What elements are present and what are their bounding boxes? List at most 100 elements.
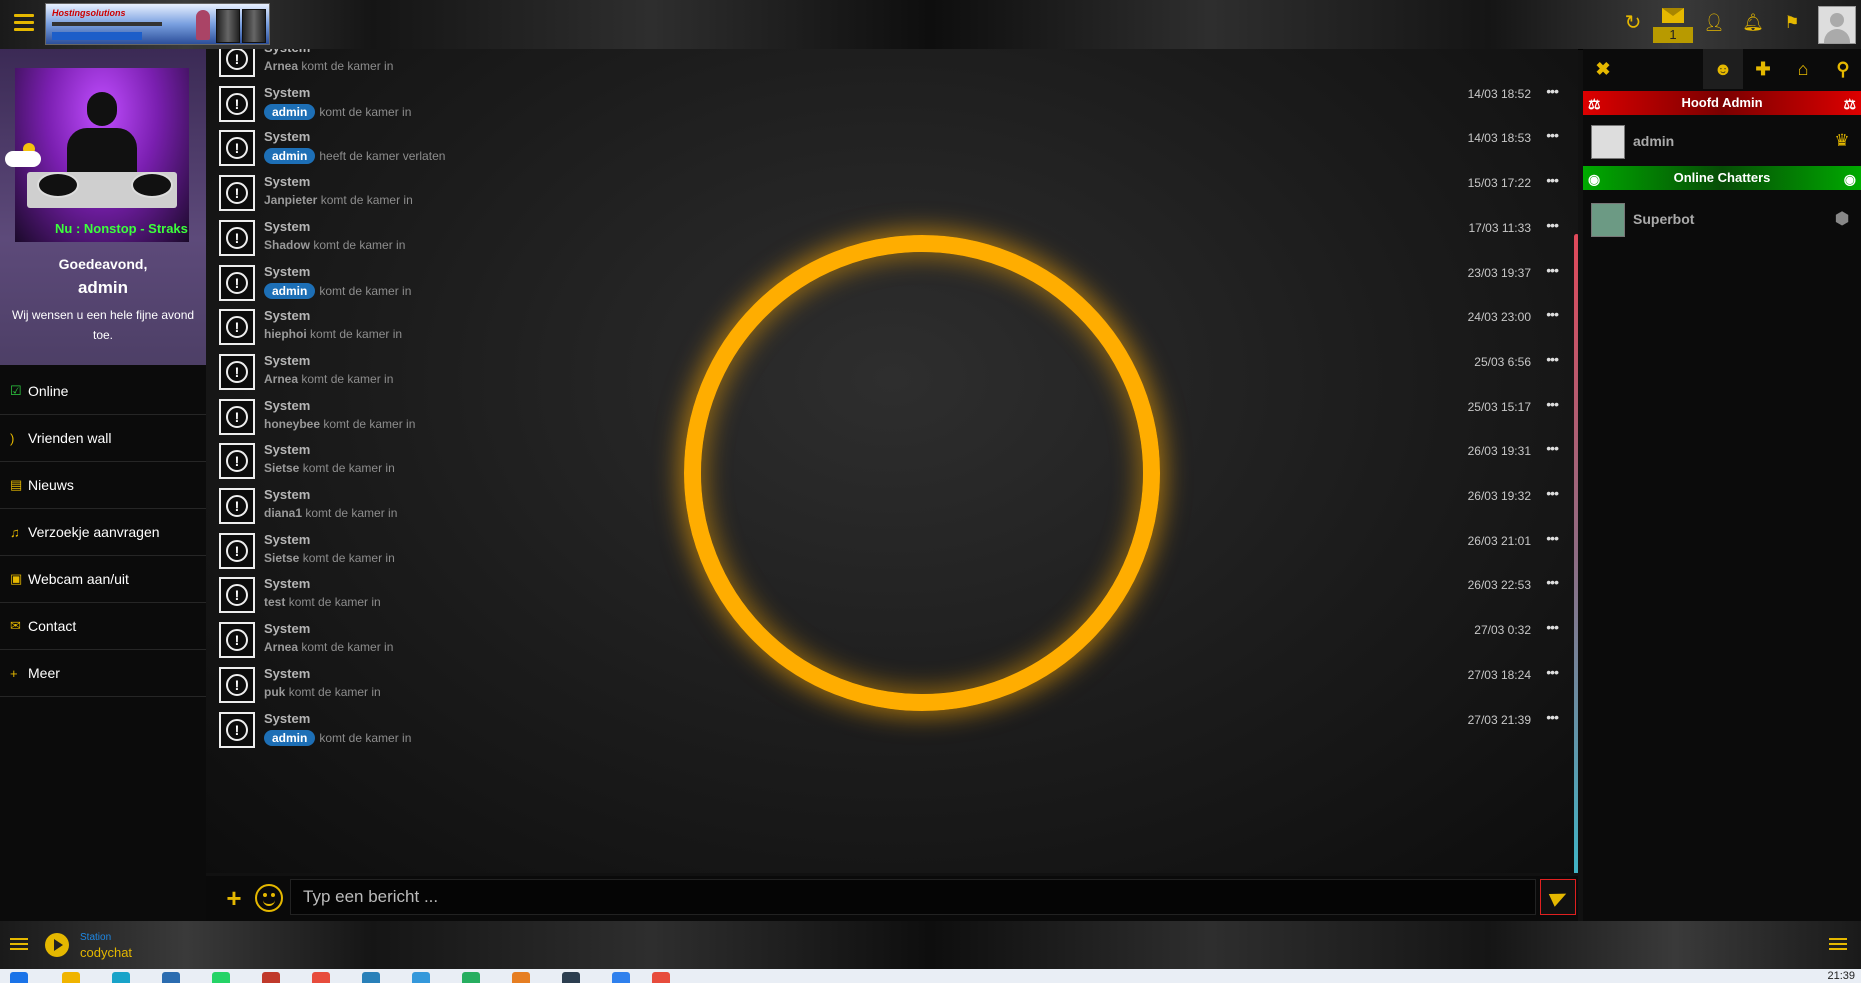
message-sender[interactable]: System [264,49,310,55]
message-username[interactable]: Arnea [264,640,298,654]
close-icon[interactable]: ✖ [1583,49,1623,89]
user-row-admin[interactable]: admin ♛ [1583,121,1861,161]
user-badge[interactable]: admin [264,148,316,165]
message-sender[interactable]: System [264,666,310,681]
more-options-icon[interactable]: ••• [1546,351,1559,367]
play-button[interactable] [45,933,69,957]
app-icon[interactable] [612,972,630,983]
more-options-icon[interactable]: ••• [1546,83,1559,99]
word-icon[interactable] [362,972,380,983]
more-options-icon[interactable]: ••• [1546,440,1559,456]
more-options-icon[interactable]: ••• [1546,485,1559,501]
menu-item-6[interactable]: + Meer [0,650,206,697]
user-badge[interactable]: admin [264,103,316,120]
user-row-superbot[interactable]: Superbot ⬢ [1583,199,1861,239]
more-options-icon[interactable]: ••• [1546,217,1559,233]
messages-button[interactable]: 1 [1653,6,1693,43]
message-input[interactable] [290,879,1536,915]
message-sender[interactable]: System [264,219,310,234]
file-explorer-icon[interactable] [62,972,80,983]
add-friend-icon[interactable]: ✚ [1743,49,1783,89]
system-clock: 21:39 [1827,970,1855,982]
more-options-icon[interactable]: ••• [1546,574,1559,590]
more-options-icon[interactable]: ••• [1546,396,1559,412]
sliders-icon[interactable] [10,935,28,953]
app-icon[interactable] [512,972,530,983]
more-options-icon[interactable]: ••• [1546,127,1559,143]
message-text: Arnea komt de kamer in [264,59,393,73]
message-username[interactable]: Shadow [264,238,310,252]
message-sender[interactable]: System [264,398,310,413]
menu-item-1[interactable]: ) Vrienden wall [0,415,206,462]
chrome-icon[interactable] [312,972,330,983]
message-username[interactable]: Arnea [264,59,298,73]
message-sender[interactable]: System [264,621,310,636]
avatar-head [1830,13,1844,27]
user-avatar[interactable] [1818,6,1856,44]
message-sender[interactable]: System [264,85,310,100]
menu-item-3[interactable]: ♫ Verzoekje aanvragen [0,509,206,556]
more-options-icon[interactable]: ••• [1546,619,1559,635]
message-text: admin komt de kamer in [264,282,411,299]
message-username[interactable]: diana1 [264,506,302,520]
message-sender[interactable]: System [264,711,310,726]
message-sender[interactable]: System [264,353,310,368]
hamburger-menu-icon[interactable] [14,14,34,32]
app-icon[interactable] [262,972,280,983]
more-options-icon[interactable]: ••• [1546,709,1559,725]
menu-item-4[interactable]: ▣ Webcam aan/uit [0,556,206,603]
menu-icon[interactable] [1829,935,1847,953]
app-icon[interactable] [562,972,580,983]
message-sender[interactable]: System [264,264,310,279]
whatsapp-icon[interactable] [462,972,480,983]
user-badge[interactable]: admin [264,282,316,299]
users-icon[interactable]: ☻ [1703,49,1743,89]
message-action: komt de kamer in [323,416,416,431]
more-options-icon[interactable]: ••• [1546,664,1559,680]
windows-start-icon[interactable] [10,972,28,983]
message-sender[interactable]: System [264,487,310,502]
home-icon[interactable]: ⌂ [1783,49,1823,89]
more-options-icon[interactable]: ••• [1546,172,1559,188]
message-username[interactable]: Arnea [264,372,298,386]
emoji-icon[interactable] [255,884,283,912]
user-badge[interactable]: admin [264,729,316,746]
search-icon[interactable]: ⚲ [1823,49,1861,89]
whatsapp-icon[interactable] [212,972,230,983]
more-options-icon[interactable]: ••• [1546,262,1559,278]
message-sender[interactable]: System [264,532,310,547]
menu-item-2[interactable]: ▤ Nieuws [0,462,206,509]
send-button[interactable] [1540,879,1576,915]
telegram-icon[interactable] [412,972,430,983]
add-attachment-button[interactable]: + [220,884,248,912]
store-icon[interactable] [162,972,180,983]
message-sender[interactable]: System [264,129,310,144]
menu-item-5[interactable]: ✉ Contact [0,603,206,650]
message-username[interactable]: Sietse [264,551,299,565]
message-sender[interactable]: System [264,442,310,457]
edge-icon[interactable] [112,972,130,983]
message-username[interactable]: hiephoi [264,327,307,341]
flag-icon[interactable]: ⚑ [1779,10,1805,36]
exclamation-icon: ! [226,271,248,294]
bell-icon[interactable]: 🔔︎ [1740,10,1766,36]
app-icon[interactable] [652,972,670,983]
message-username[interactable]: puk [264,685,285,699]
chat-scrollbar[interactable] [1574,234,1578,873]
message-sender[interactable]: System [264,308,310,323]
message-sender[interactable]: System [264,174,310,189]
site-logo[interactable]: Hostingsolutions [45,3,270,45]
message-username[interactable]: Janpieter [264,193,317,207]
refresh-icon[interactable]: ↻ [1620,10,1646,36]
message-sender[interactable]: System [264,576,310,591]
logo-text: Hostingsolutions [52,8,126,18]
message-username[interactable]: Sietse [264,461,299,475]
more-options-icon[interactable]: ••• [1546,306,1559,322]
message-username[interactable]: honeybee [264,417,320,431]
menu-item-label: Verzoekje aanvragen [28,524,160,540]
message-row[interactable]: ! System admin komt de kamer in 27/03 21:39 •… [210,707,1570,760]
user-icon[interactable]: 👤︎ [1701,10,1727,36]
message-username[interactable]: test [264,595,285,609]
more-options-icon[interactable]: ••• [1546,530,1559,546]
menu-item-0[interactable]: ☑ Online [0,368,206,415]
